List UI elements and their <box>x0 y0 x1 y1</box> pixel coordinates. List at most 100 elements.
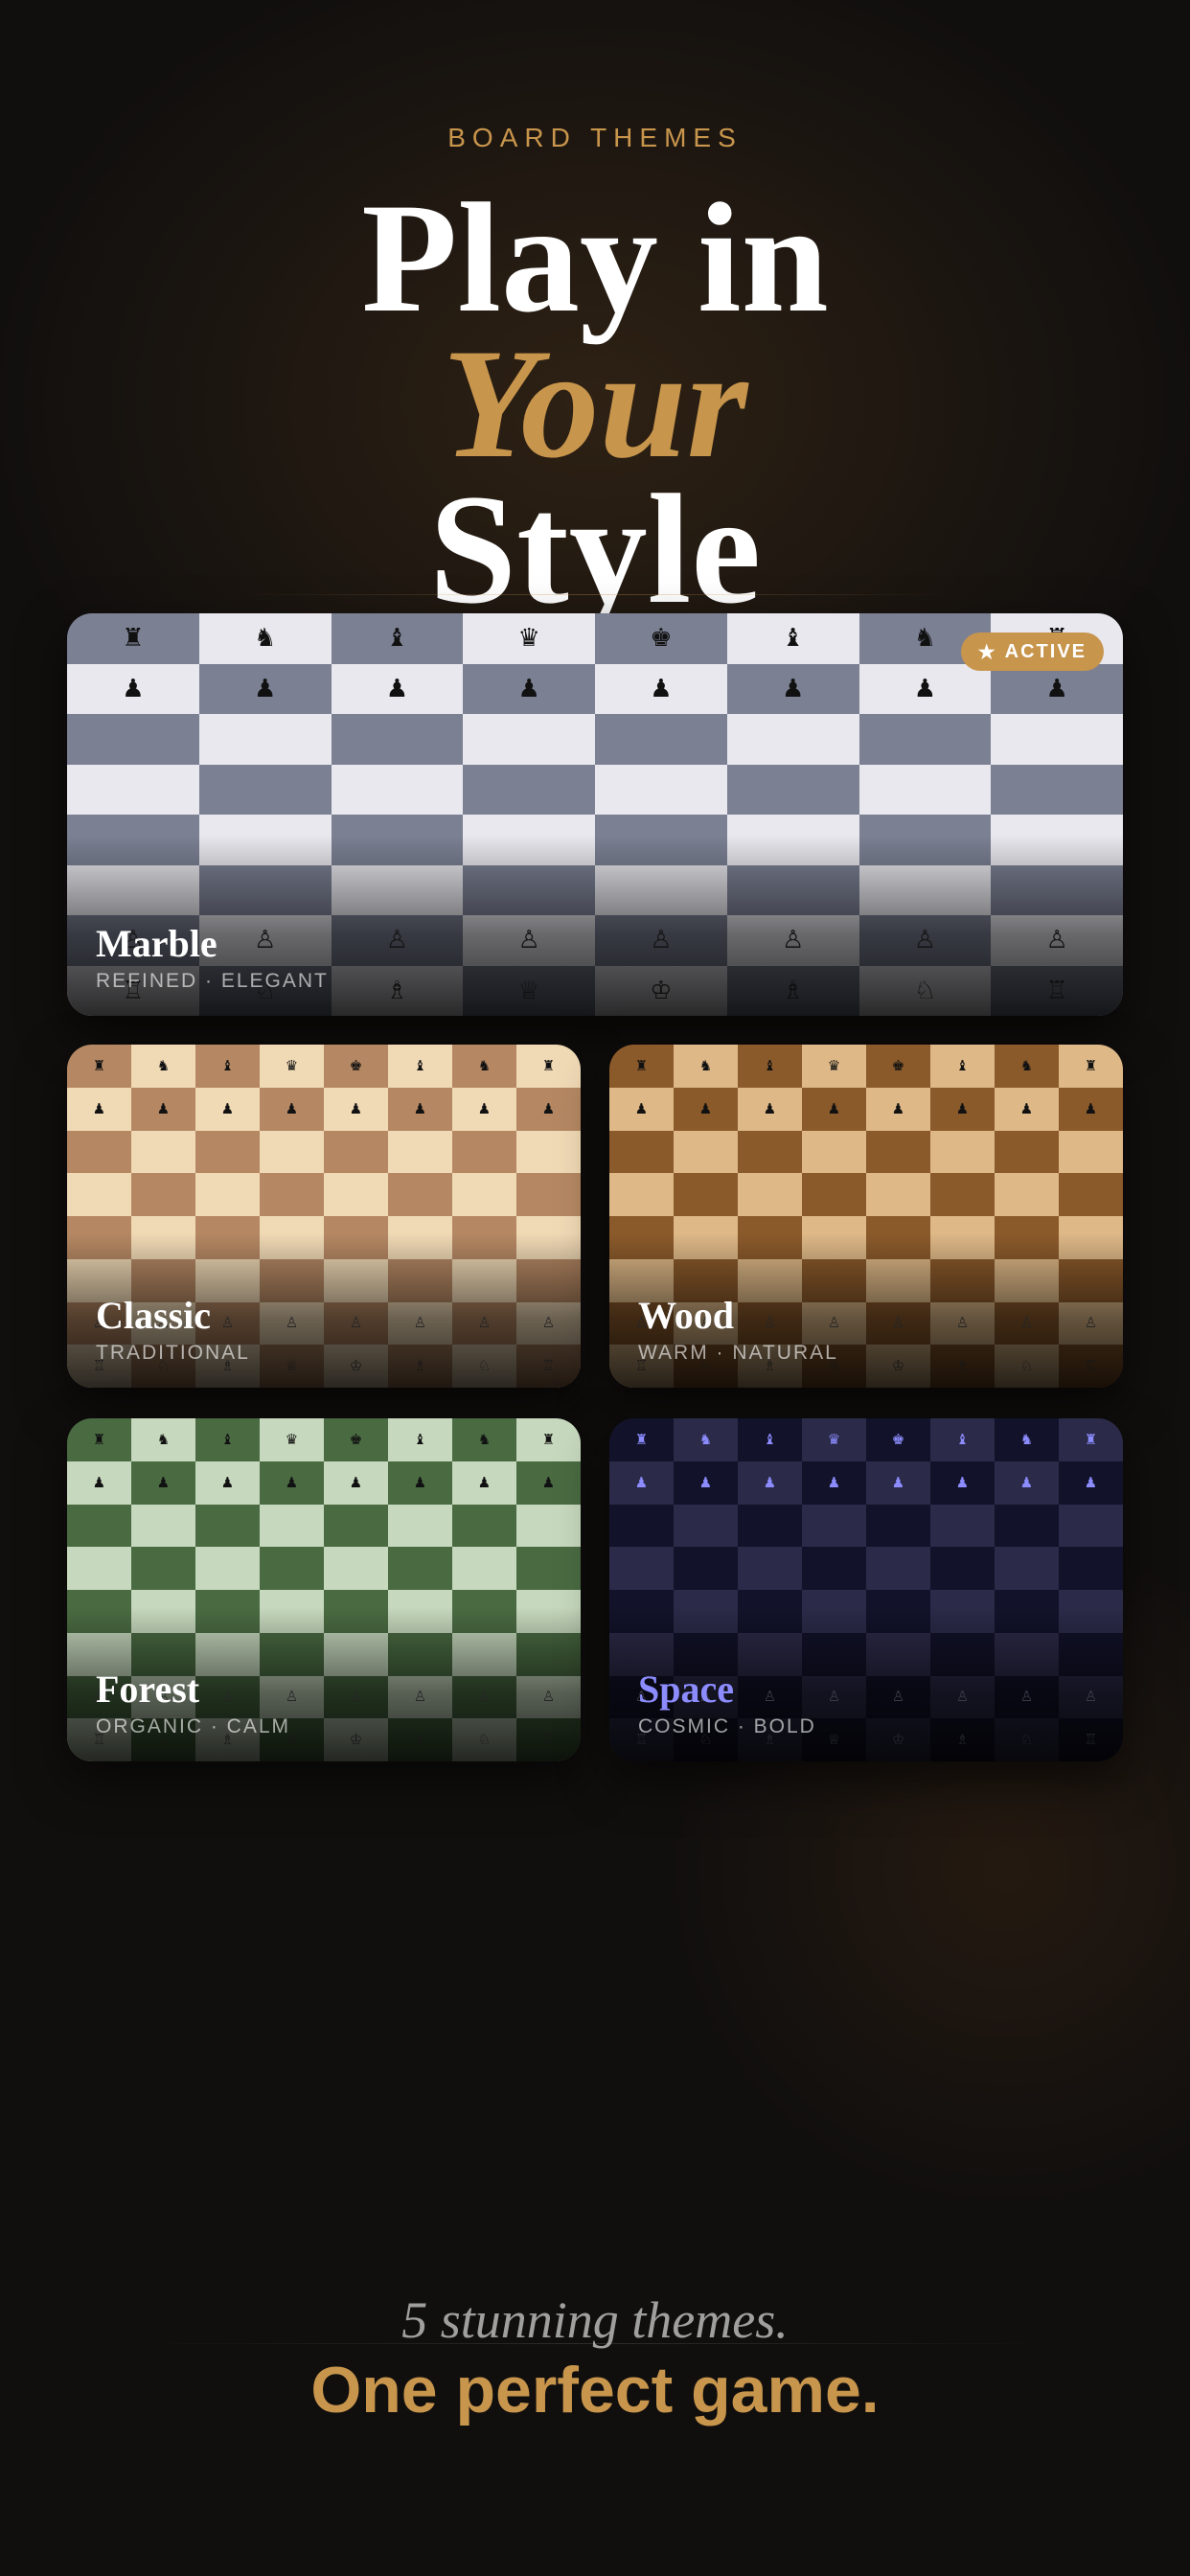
board-square <box>195 1130 260 1174</box>
board-square: ♝ <box>930 1045 995 1088</box>
board-square: ♝ <box>930 1418 995 1461</box>
board-square <box>452 1173 516 1216</box>
board-square: ♝ <box>738 1418 802 1461</box>
chess-piece-icon: ♜ <box>122 624 145 654</box>
chess-piece-icon: ♟ <box>349 1099 363 1117</box>
board-square <box>1059 1130 1123 1174</box>
board-square <box>131 1504 195 1548</box>
board-square: ♟ <box>674 1460 738 1505</box>
chess-piece-icon: ♟ <box>220 1099 235 1117</box>
board-square: ♛ <box>802 1418 866 1461</box>
chess-piece-icon: ♝ <box>385 624 409 654</box>
theme-card-forest[interactable]: ♜♞♝♛♚♝♞♜♟♟♟♟♟♟♟♟♙♙♙♙♙♙♙♙♖♘♗♕♔♗♘♖ Forest … <box>67 1418 581 1761</box>
board-square <box>866 1173 930 1216</box>
theme-card-marble[interactable]: ♜♞♝♛♚♝♞♜♟♟♟♟♟♟♟♟♙♙♙♙♙♙♙♙♖♘♗♕♔♗♘♖ Marble … <box>67 613 1123 1016</box>
chess-piece-icon: ♛ <box>285 1430 299 1448</box>
board-square <box>388 1173 452 1216</box>
chess-piece-icon: ♝ <box>955 1430 970 1448</box>
chess-piece-icon: ♟ <box>698 1099 713 1117</box>
board-square: ♝ <box>388 1045 452 1088</box>
board-square: ♟ <box>595 663 727 714</box>
board-square <box>802 1130 866 1174</box>
chess-piece-icon: ♜ <box>541 1430 556 1448</box>
chess-piece-icon: ♟ <box>92 1099 106 1117</box>
board-square <box>1059 1547 1123 1590</box>
board-square <box>516 1547 581 1590</box>
board-square <box>738 1173 802 1216</box>
board-square: ♟ <box>452 1460 516 1505</box>
board-square <box>991 714 1123 765</box>
board-square: ♟ <box>674 1087 738 1131</box>
board-square: ♟ <box>452 1087 516 1131</box>
chess-piece-icon: ♟ <box>1019 1473 1034 1491</box>
chess-piece-icon: ♚ <box>891 1430 905 1448</box>
board-square: ♟ <box>195 1087 260 1131</box>
board-square: ♟ <box>738 1087 802 1131</box>
board-square: ♟ <box>67 1087 131 1131</box>
chess-piece-icon: ♟ <box>763 1473 777 1491</box>
chess-piece-icon: ♟ <box>413 1473 427 1491</box>
theme-name: Space <box>638 1668 734 1711</box>
board-square: ♞ <box>452 1045 516 1088</box>
board-square: ♟ <box>463 663 595 714</box>
chess-piece-icon: ♜ <box>92 1056 106 1074</box>
chess-piece-icon: ♞ <box>156 1056 171 1074</box>
board-square <box>131 1547 195 1590</box>
board-square <box>131 1173 195 1216</box>
board-square: ♟ <box>858 663 992 714</box>
board-square <box>738 1130 802 1174</box>
board-square: ♝ <box>195 1045 260 1088</box>
board-square <box>324 1130 388 1174</box>
board-square <box>516 1130 581 1174</box>
board-square <box>260 1547 324 1590</box>
board-square: ♟ <box>67 663 199 714</box>
theme-card-wood[interactable]: ♜♞♝♛♚♝♞♜♟♟♟♟♟♟♟♟♙♙♙♙♙♙♙♙♖♘♗♕♔♗♘♖ Wood WA… <box>609 1045 1123 1388</box>
board-square: ♞ <box>452 1418 516 1461</box>
hero-title-line-3: Style <box>428 463 762 636</box>
chess-piece-icon: ♟ <box>541 1473 556 1491</box>
board-square <box>930 1547 995 1590</box>
chess-piece-icon: ♜ <box>634 1056 649 1074</box>
theme-name: Wood <box>638 1294 735 1337</box>
board-square <box>67 1173 131 1216</box>
board-square <box>674 1173 738 1216</box>
board-square <box>388 1547 452 1590</box>
theme-card-space[interactable]: ♜♞♝♛♚♝♞♜♟♟♟♟♟♟♟♟♙♙♙♙♙♙♙♙♖♘♗♕♔♗♘♖ Space C… <box>609 1418 1123 1761</box>
chess-piece-icon: ♟ <box>891 1099 905 1117</box>
theme-name: Forest <box>96 1668 200 1711</box>
board-square <box>1059 1504 1123 1548</box>
chess-piece-icon: ♟ <box>220 1473 235 1491</box>
chess-piece-icon: ♟ <box>891 1473 905 1491</box>
board-square <box>609 1547 674 1590</box>
board-square: ♟ <box>609 1087 674 1131</box>
board-square <box>67 764 199 815</box>
board-square <box>195 1173 260 1216</box>
theme-subtitle: REFINED · ELEGANT <box>96 970 329 992</box>
active-badge-label: ACTIVE <box>1004 640 1087 662</box>
board-square: ♞ <box>131 1418 195 1461</box>
chess-piece-icon: ♞ <box>913 624 937 654</box>
chess-piece-icon: ♟ <box>477 1099 492 1117</box>
board-square <box>516 1173 581 1216</box>
board-square <box>260 1504 324 1548</box>
board-square: ♜ <box>609 1045 674 1088</box>
board-square: ♜ <box>609 1418 674 1461</box>
board-square <box>260 1130 324 1174</box>
board-square: ♟ <box>995 1087 1059 1131</box>
board-square: ♚ <box>866 1045 930 1088</box>
chess-piece-icon: ♟ <box>650 674 673 703</box>
board-square <box>995 1130 1059 1174</box>
board-square <box>331 764 464 815</box>
board-square: ♞ <box>674 1045 738 1088</box>
theme-card-classic[interactable]: ♜♞♝♛♚♝♞♜♟♟♟♟♟♟♟♟♙♙♙♙♙♙♙♙♖♘♗♕♔♗♘♖ Classic… <box>67 1045 581 1388</box>
footer-tagline-2: One perfect game. <box>310 2354 880 2426</box>
board-square <box>195 1504 260 1548</box>
chess-piece-icon: ♞ <box>698 1056 713 1074</box>
board-square: ♟ <box>930 1460 995 1505</box>
chess-piece-icon: ♟ <box>955 1099 970 1117</box>
chess-piece-icon: ♟ <box>122 674 145 703</box>
board-square: ♟ <box>324 1460 388 1505</box>
theme-subtitle: ORGANIC · CALM <box>96 1715 291 1737</box>
board-square <box>866 1130 930 1174</box>
chess-piece-icon: ♟ <box>477 1473 492 1491</box>
